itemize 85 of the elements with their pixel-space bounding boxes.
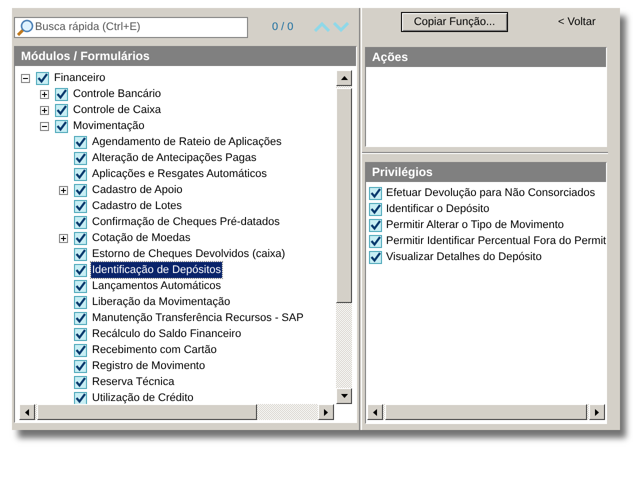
expand-icon[interactable] [59,234,68,242]
horizontal-scrollbar[interactable] [367,404,605,420]
scroll-right-button[interactable] [318,404,334,420]
tree-item[interactable]: Movimentação [72,118,146,134]
checkbox[interactable] [74,184,87,196]
vertical-scrollbar[interactable] [336,70,352,404]
scroll-thumb[interactable] [336,88,352,303]
checkbox[interactable] [369,202,382,216]
checkbox[interactable] [74,344,87,356]
horizontal-scrollbar[interactable] [19,404,334,420]
tree-item[interactable]: Manutenção Transferência Recursos - SAP [91,310,305,326]
panel-header: Módulos / Formulários [15,47,356,66]
search-icon [17,18,34,36]
scroll-down-button[interactable] [336,388,352,404]
scroll-left-button[interactable] [19,404,35,420]
scroll-left-button[interactable] [367,404,383,420]
privilege-label: Permitir Identificar Percentual Fora do Permit [386,234,606,249]
checkbox[interactable] [74,280,87,292]
checkbox[interactable] [74,296,87,308]
checkbox[interactable] [369,234,382,248]
right-triangle-icon [324,408,328,416]
privilege-label: Efetuar Devolução para Não Consorciados [386,186,596,201]
tree-item[interactable]: Confirmação de Cheques Pré-datados [91,214,281,230]
checkbox[interactable] [74,136,87,148]
checkbox[interactable] [74,264,87,276]
checkbox[interactable] [369,250,382,264]
scroll-thumb[interactable] [37,404,257,420]
back-link[interactable]: < Voltar [558,14,596,30]
privilege-label: Permitir Alterar o Tipo de Movimento [386,218,564,233]
tree-item[interactable]: Registro de Movimento [91,358,206,374]
copy-function-button[interactable]: Copiar Função... [401,12,508,32]
up-triangle-icon [340,76,348,80]
search-field[interactable]: Busca rápida (Ctrl+E) [14,16,248,38]
tree-item[interactable]: Recebimento com Cartão [91,342,218,358]
checkbox[interactable] [369,186,382,200]
tree-item[interactable]: Identificação de Depósitos [91,262,222,278]
right-triangle-icon [595,408,599,416]
panel-header: Privilégios [366,163,606,182]
checkbox[interactable] [55,120,68,132]
checkbox[interactable] [74,200,87,212]
tree-item[interactable]: Lançamentos Automáticos [91,278,222,294]
expand-icon[interactable] [40,106,49,114]
scroll-up-button[interactable] [336,70,352,86]
checkbox[interactable] [74,328,87,340]
tree-item[interactable]: Liberação da Movimentação [91,294,232,310]
tree-item[interactable]: Utilização de Crédito [91,390,194,404]
left-triangle-icon [373,408,377,416]
checkbox[interactable] [74,312,87,324]
tree-item[interactable]: Recálculo do Saldo Financeiro [91,326,242,342]
down-triangle-icon [340,394,348,398]
expand-icon[interactable] [59,186,68,194]
tree-item[interactable]: Financeiro [53,70,106,86]
checkbox[interactable] [74,376,87,388]
checkbox[interactable] [36,72,49,84]
tree-item[interactable]: Cadastro de Apoio [91,182,184,198]
left-triangle-icon [25,408,29,416]
search-input: Busca rápida (Ctrl+E) [35,18,235,36]
tree-item[interactable]: Controle Bancário [72,86,162,102]
privilege-label: Identificar o Depósito [386,202,490,217]
tree-item[interactable]: Cotação de Moedas [91,230,192,246]
collapse-icon[interactable] [40,122,49,130]
checkbox[interactable] [74,248,87,260]
checkbox[interactable] [369,218,382,232]
scroll-right-button[interactable] [589,404,605,420]
privilege-label: Visualizar Detalhes do Depósito [386,250,542,265]
checkbox[interactable] [74,216,87,228]
scroll-thumb[interactable] [385,404,587,420]
checkbox[interactable] [55,104,68,116]
tree-item[interactable]: Aplicações e Resgates Automáticos [91,166,268,182]
checkbox[interactable] [74,392,87,404]
checkbox[interactable] [74,152,87,164]
tree-item[interactable]: Reserva Técnica [91,374,176,390]
tree-item[interactable]: Controle de Caixa [72,102,162,118]
tree-item[interactable]: Estorno de Cheques Devolvidos (caixa) [91,246,286,262]
panel-header: Ações [366,48,606,67]
checkbox[interactable] [74,360,87,372]
tree-item[interactable]: Cadastro de Lotes [91,198,183,214]
checkbox[interactable] [74,232,87,244]
tree-item[interactable]: Agendamento de Rateio de Aplicações [91,134,283,150]
collapse-icon[interactable] [21,74,30,82]
result-count: 0 / 0 [272,20,294,35]
checkbox[interactable] [74,168,87,180]
checkbox[interactable] [55,88,68,100]
tree-item[interactable]: Alteração de Antecipações Pagas [91,150,258,166]
expand-icon[interactable] [40,90,49,98]
